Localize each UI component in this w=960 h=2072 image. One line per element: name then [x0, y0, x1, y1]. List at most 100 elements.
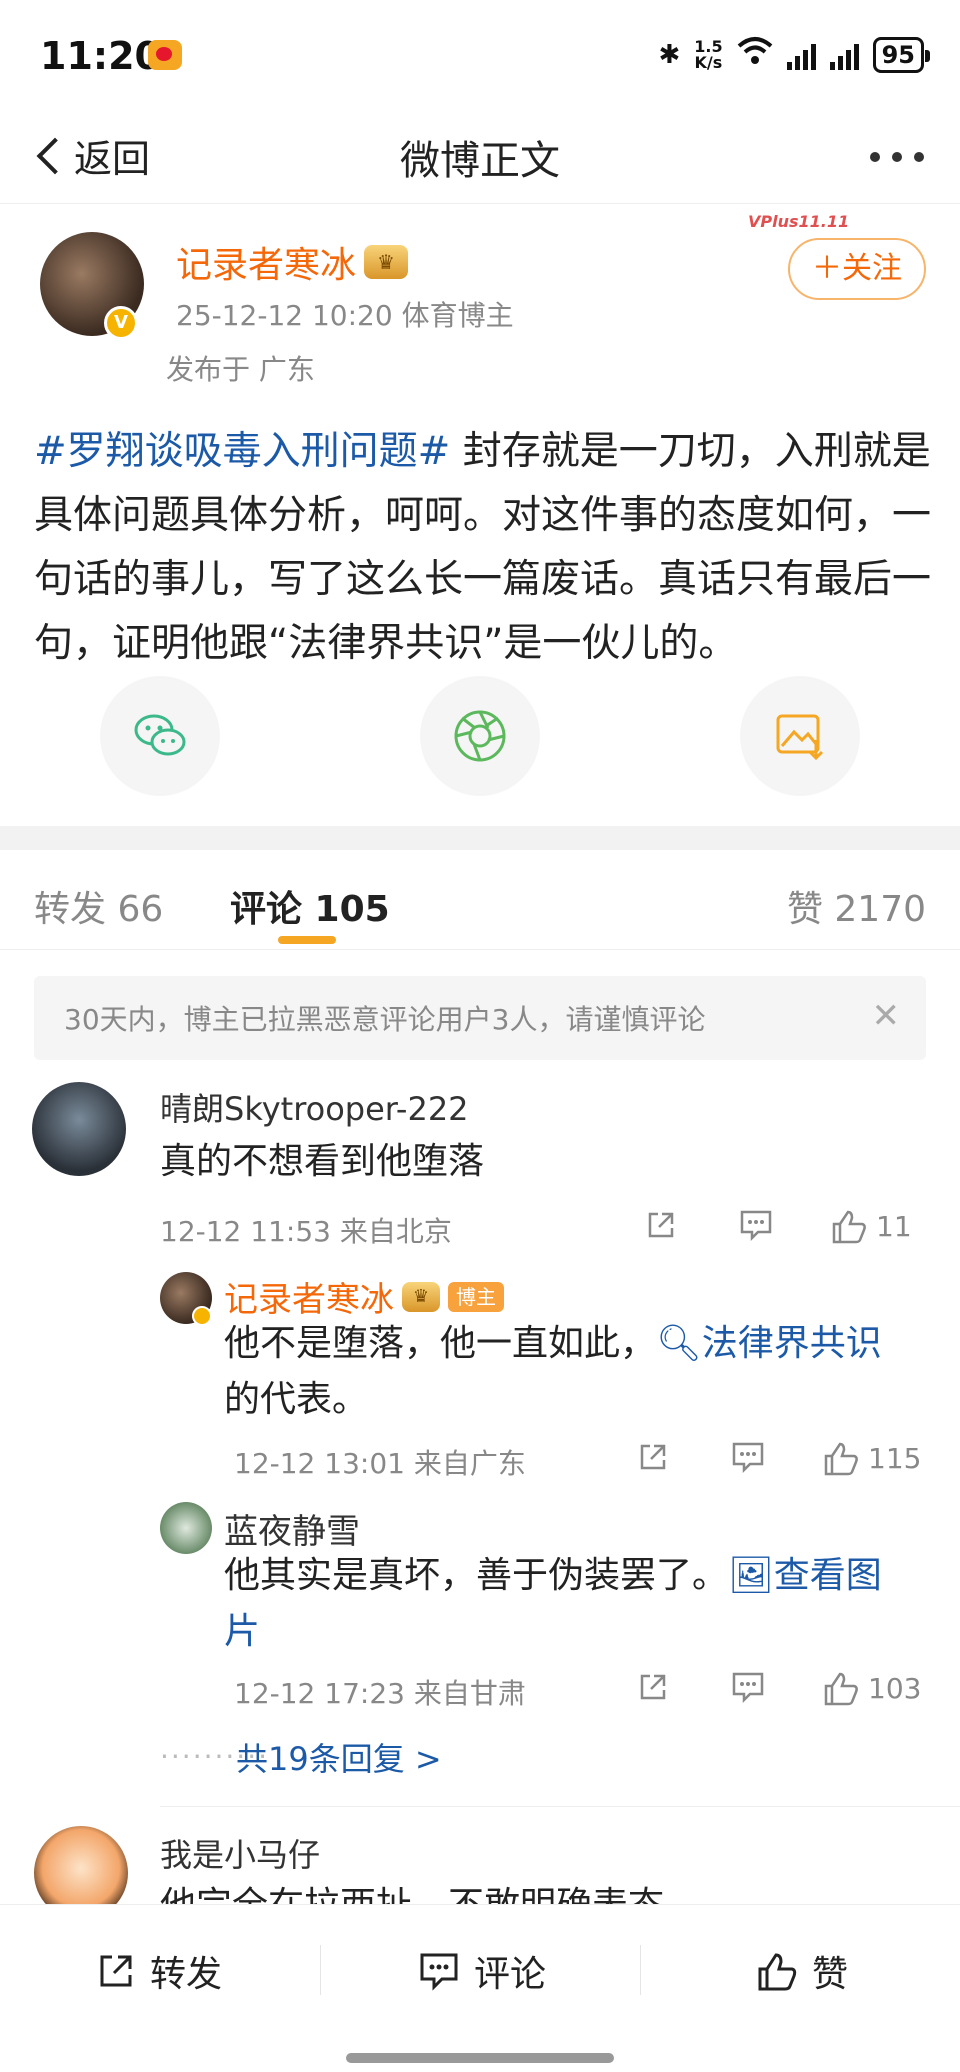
status-icons: ✱ 1.5 K/s 95: [658, 36, 931, 73]
post-content: #罗翔谈吸毒入刑问题# 封存就是一刀切，入刑就是具体问题具体分析，呵呵。对这件事…: [34, 420, 934, 676]
block-notice: 30天内，博主已拉黑恶意评论用户3人，请谨慎评论 ✕: [34, 976, 926, 1060]
tab-repost[interactable]: 转发 66: [34, 880, 163, 932]
comment-icon: [420, 1953, 458, 1991]
signal-icon-2: [829, 40, 859, 70]
reply-reply-button[interactable]: [730, 1670, 766, 1704]
verified-badge-icon: [192, 1306, 212, 1326]
thumb-up-icon: [832, 1210, 866, 1244]
search-link[interactable]: 🔍︎法律界共识: [656, 1323, 882, 1364]
topic-link[interactable]: #罗翔谈吸毒入刑问题#: [34, 429, 450, 474]
signal-icon-1: [786, 40, 816, 70]
comment-username[interactable]: 晴朗Skytrooper-222: [160, 1084, 469, 1130]
comment-text: 他完全在拉西扯，不敢明确表态: [160, 1878, 664, 1904]
author-role: 体育博主: [401, 299, 514, 332]
section-divider: [0, 826, 960, 850]
reply-repost-button[interactable]: [636, 1440, 670, 1474]
comment-button[interactable]: 评论: [418, 1945, 546, 1997]
verified-badge-icon: V: [104, 306, 138, 340]
comment-username[interactable]: 我是小马仔: [160, 1830, 320, 1876]
reply-meta: 12-12 17:23 来自甘肃: [234, 1677, 526, 1710]
wechat-icon: [134, 714, 186, 756]
comment-icon: [740, 1210, 772, 1242]
comment-divider: [160, 1806, 960, 1807]
thumb-up-icon: [758, 1953, 797, 1991]
close-icon[interactable]: ✕: [872, 996, 901, 1036]
save-image-icon: [776, 714, 824, 761]
status-bar: 11:20 ✱ 1.5 K/s 95: [0, 0, 960, 112]
separator: [320, 1945, 321, 1995]
bottom-action-bar: 转发 评论 赞: [0, 1904, 960, 2072]
comment-icon: [732, 1442, 764, 1474]
author-name[interactable]: 记录者寒冰 ♛: [176, 236, 409, 288]
reply-text-part: 他不是堕落，他一直如此，: [224, 1323, 657, 1364]
reply-text: 他不是堕落，他一直如此，🔍︎法律界共识的代表。: [224, 1316, 914, 1428]
reply-username[interactable]: 记录者寒冰 ♛ 博主: [224, 1272, 504, 1321]
wifi-icon: [737, 36, 773, 73]
comment-meta: 12-12 11:53 来自北京: [160, 1215, 452, 1248]
crown-badge-icon: ♛: [402, 1281, 440, 1312]
separator: [640, 1945, 641, 1995]
like-count: 103: [868, 1671, 922, 1705]
share-out-icon: [640, 1674, 666, 1700]
like-button[interactable]: 赞: [756, 1945, 848, 1997]
tab-like[interactable]: 赞 2170: [787, 880, 926, 932]
net-speed: 1.5 K/s: [694, 36, 723, 72]
comment-text: 真的不想看到他堕落: [160, 1141, 485, 1182]
comment-like-button[interactable]: 11: [830, 1208, 912, 1244]
more-options-button[interactable]: [870, 152, 924, 162]
comment-repost-button[interactable]: [644, 1208, 678, 1242]
reply-like-button[interactable]: 115: [822, 1440, 921, 1476]
like-label: 赞: [812, 1954, 849, 1995]
crown-badge-icon: ♛: [364, 245, 409, 279]
vplus-tag: VPlus11.11: [748, 212, 850, 231]
reply-username[interactable]: 蓝夜静雪: [224, 1504, 360, 1553]
battery-icon: 95: [872, 36, 931, 73]
reply-text: 他其实是真坏，善于伪装罢了。🖼︎查看图片: [224, 1548, 914, 1660]
author-name-text: 记录者寒冰: [176, 245, 357, 286]
share-wechat-button[interactable]: [100, 676, 220, 796]
like-count: 115: [868, 1441, 922, 1475]
nav-bar: 返回 微博正文: [0, 112, 960, 204]
author-badge: 博主: [448, 1281, 504, 1312]
reply-like-button[interactable]: 103: [822, 1670, 921, 1706]
home-indicator: [346, 2053, 614, 2063]
share-out-icon: [100, 1955, 132, 1987]
tab-indicator: [278, 936, 336, 944]
follow-button[interactable]: ＋关注: [788, 238, 926, 300]
comment-label: 评论: [474, 1954, 547, 1995]
status-time: 11:20: [40, 34, 161, 78]
reply-avatar[interactable]: [160, 1502, 212, 1554]
reply-reply-button[interactable]: [730, 1440, 766, 1474]
bluetooth-icon: ✱: [658, 39, 681, 70]
share-out-icon: [648, 1212, 674, 1238]
reply-text-part: 的代表。: [224, 1379, 369, 1420]
page-title: 微博正文: [400, 138, 560, 184]
like-count: 11: [876, 1209, 912, 1243]
moments-icon: [454, 710, 506, 762]
interaction-tabs: 转发 66 评论 105 赞 2170: [0, 850, 960, 950]
comment-reply-button[interactable]: [738, 1208, 774, 1242]
comment-avatar[interactable]: [32, 1082, 126, 1176]
reply-text-part: 他其实是真坏，善于伪装罢了。: [224, 1555, 729, 1596]
more-replies-link[interactable]: 共19条回复 >: [236, 1734, 442, 1780]
post-location: 发布于 广东: [166, 353, 315, 386]
comment-icon: [732, 1672, 764, 1704]
post-meta: 25-12-12 10:20 体育博主: [176, 294, 514, 334]
reply-username-text: 记录者寒冰: [224, 1280, 394, 1320]
tab-comment[interactable]: 评论 105: [230, 880, 390, 932]
share-moments-button[interactable]: [420, 676, 540, 796]
repost-button[interactable]: 转发: [96, 1945, 222, 1997]
reply-meta: 12-12 13:01 来自广东: [234, 1447, 526, 1480]
search-link-text: 法律界共识: [701, 1323, 882, 1364]
share-out-icon: [640, 1444, 666, 1470]
search-icon: 🔍︎: [656, 1323, 702, 1364]
repost-label: 转发: [150, 1954, 223, 1995]
save-image-button[interactable]: [740, 676, 860, 796]
reply-repost-button[interactable]: [636, 1670, 670, 1704]
post-date: 25-12-12 10:20: [176, 299, 393, 332]
image-icon: 🖼︎: [728, 1555, 774, 1596]
notice-text: 30天内，博主已拉黑恶意评论用户3人，请谨慎评论: [64, 1003, 706, 1036]
weibo-notification-icon: [148, 40, 182, 70]
thumb-up-icon: [824, 1442, 858, 1476]
thumb-up-icon: [824, 1672, 858, 1706]
